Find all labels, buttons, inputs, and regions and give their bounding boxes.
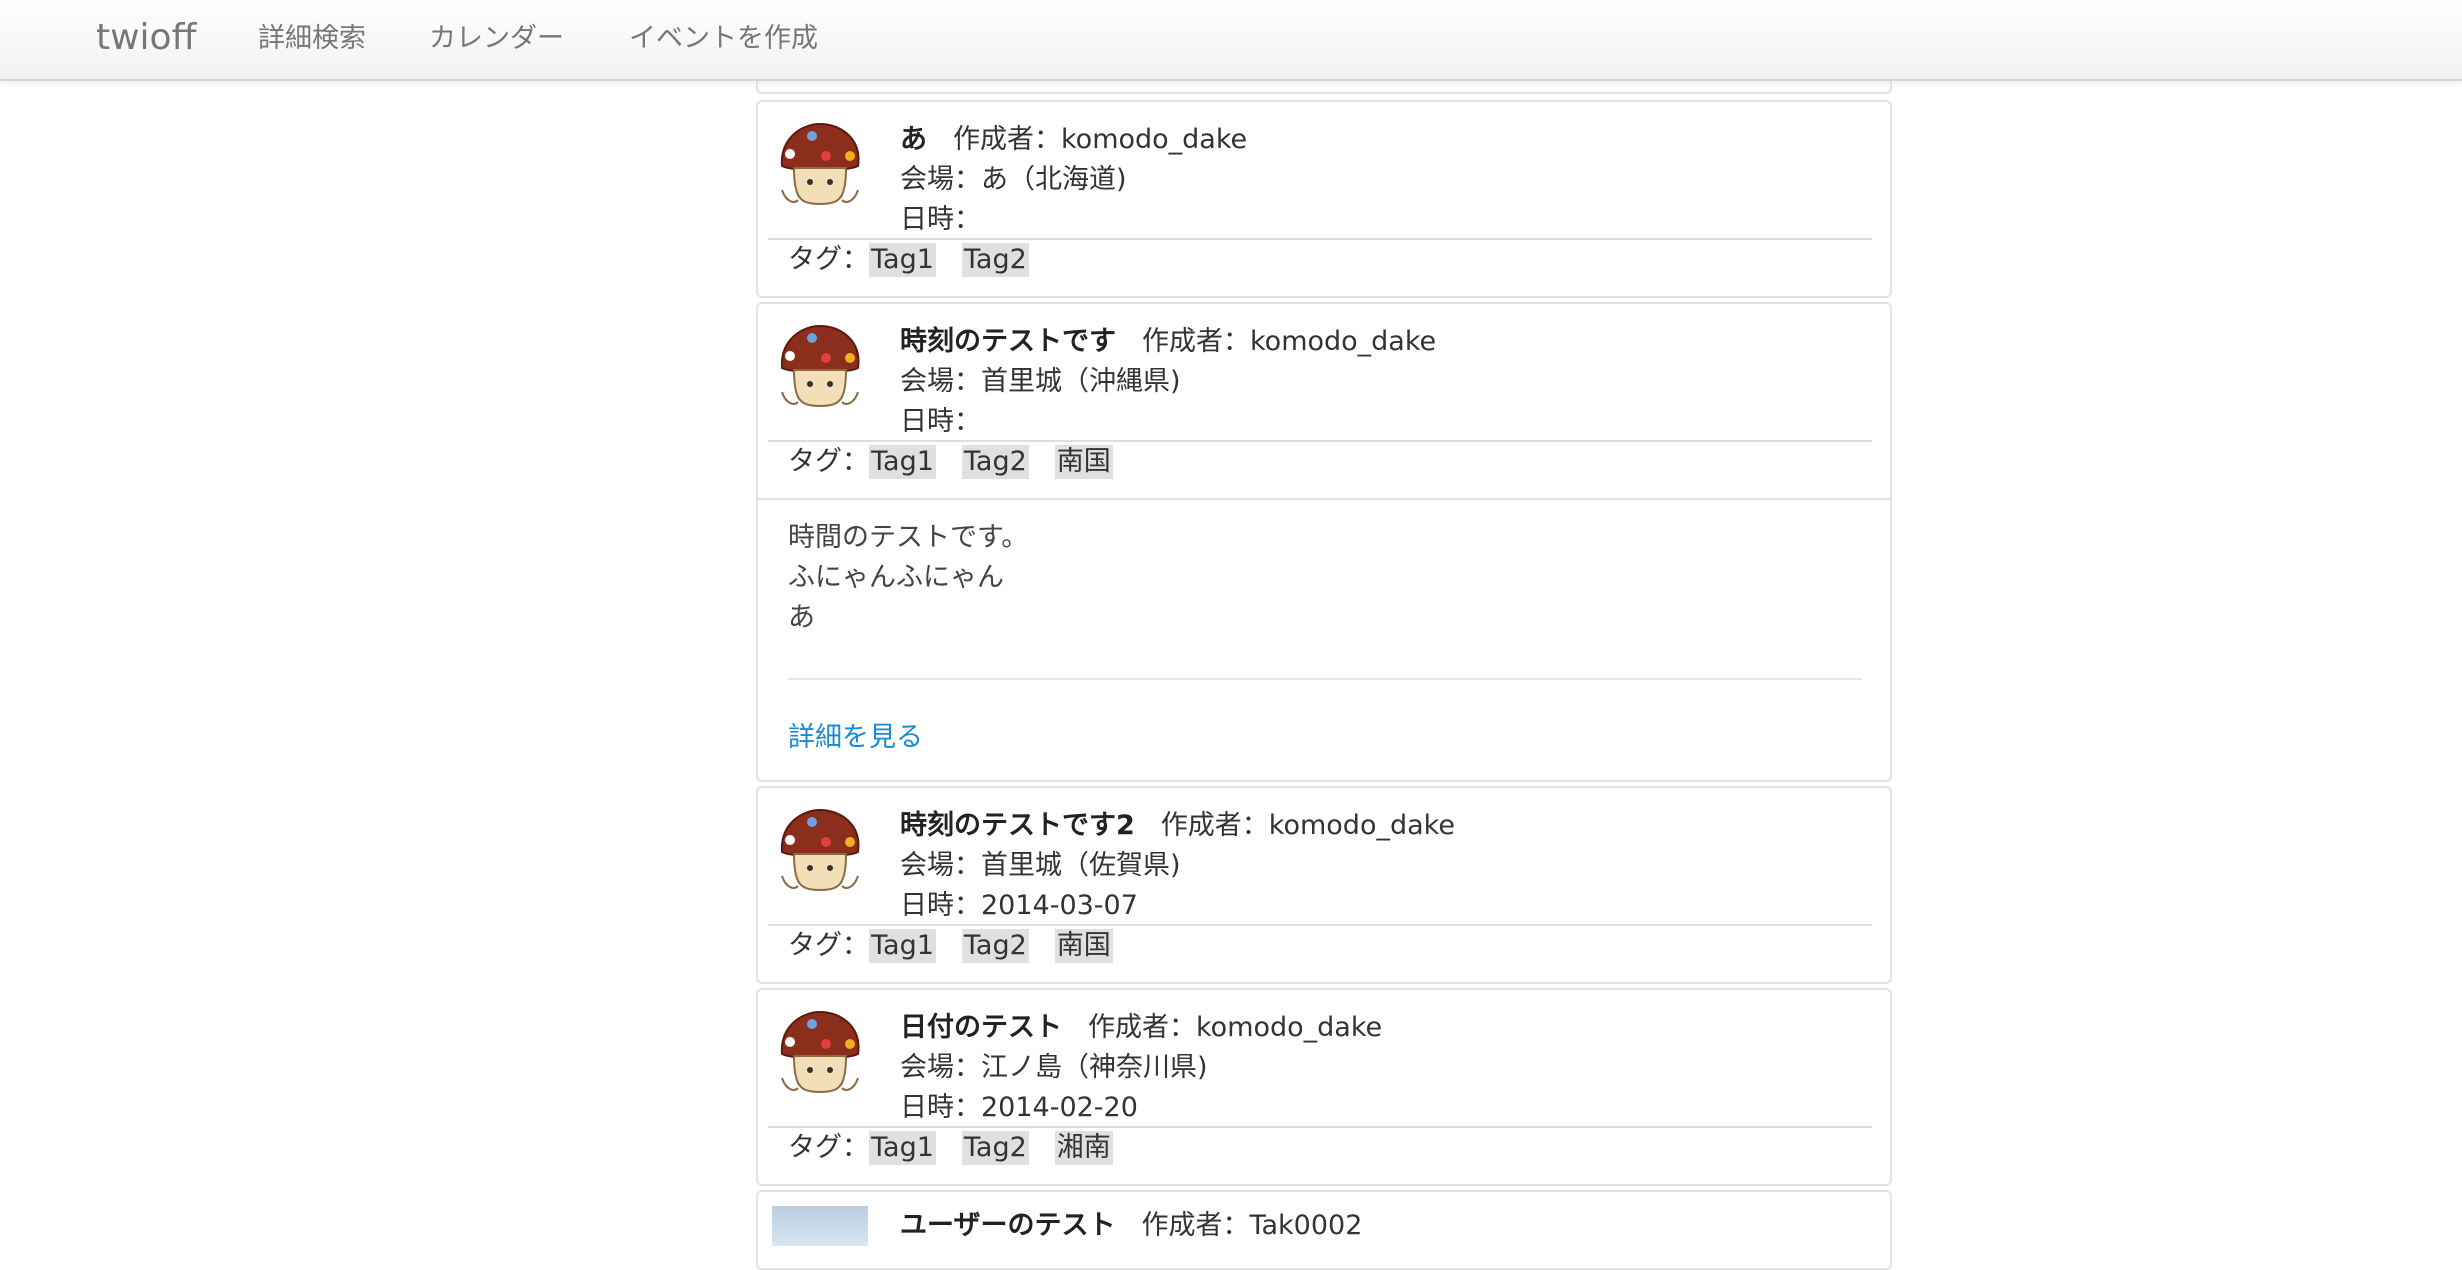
event-title[interactable]: 日付のテスト — [900, 1012, 1062, 1043]
event-author: komodo_dake — [1196, 1012, 1383, 1043]
event-date-line: 日時： — [900, 200, 981, 240]
event-title-line: ユーザーのテスト 作成者：Tak0002 — [900, 1206, 1362, 1246]
event-date: 2014-03-07 — [981, 890, 1138, 921]
author-label: 作成者： — [1088, 1012, 1196, 1043]
tag-badge[interactable]: 湘南 — [1054, 1131, 1113, 1165]
tag-badge[interactable]: Tag2 — [961, 929, 1029, 963]
nav-calendar[interactable]: カレンダー — [429, 20, 564, 58]
event-venue-line: 会場：首里城（沖縄県) — [900, 362, 1181, 402]
event-title[interactable]: 時刻のテストです — [900, 326, 1116, 357]
mushroom-avatar-icon[interactable] — [776, 120, 864, 212]
description-line: 時間のテストです。 — [788, 522, 1029, 553]
event-description: 時間のテストです。 ふにゃんふにゃん あ — [788, 518, 1028, 638]
event-tags: タグ：Tag1 Tag2 南国 — [788, 442, 1139, 482]
date-label: 日時： — [900, 204, 981, 235]
event-card-expanded: 時刻のテストです 作成者：komodo_dake 会場：首里城（沖縄県) 日時： … — [756, 302, 1892, 782]
tag-badge[interactable]: Tag1 — [869, 445, 936, 479]
tag-badge[interactable]: 南国 — [1054, 929, 1113, 963]
event-venue: 首里城（佐賀県) — [981, 850, 1181, 881]
tag-badge[interactable]: Tag2 — [961, 445, 1029, 479]
tag-badge[interactable]: Tag2 — [961, 243, 1029, 277]
venue-label: 会場： — [900, 366, 981, 397]
divider — [788, 678, 1862, 680]
tag-label: タグ： — [788, 244, 869, 275]
brand-link[interactable]: twioff — [96, 16, 196, 60]
event-date-line: 日時：2014-02-20 — [900, 1088, 1138, 1128]
event-author: komodo_dake — [1061, 124, 1248, 155]
description-line: ふにゃんふにゃん — [788, 562, 1004, 593]
event-tags: タグ：Tag1 Tag2 — [788, 240, 1055, 280]
event-author: komodo_dake — [1268, 810, 1455, 841]
event-title-line: あ作成者：komodo_dake — [900, 120, 1247, 160]
event-title[interactable]: あ — [900, 124, 927, 155]
tag-badge[interactable]: Tag1 — [869, 929, 936, 963]
tag-label: タグ： — [788, 1132, 869, 1163]
tag-label: タグ： — [788, 446, 869, 477]
top-navbar: twioff 詳細検索 カレンダー イベントを作成 — [0, 0, 2462, 81]
event-venue: 江ノ島（神奈川県) — [981, 1052, 1208, 1083]
event-card: 日付のテスト 作成者：komodo_dake 会場：江ノ島（神奈川県) 日時：20… — [756, 988, 1892, 1186]
description-line: あ — [788, 602, 815, 633]
mushroom-avatar-icon[interactable] — [776, 1008, 864, 1100]
event-title-line: 時刻のテストです 作成者：komodo_dake — [900, 322, 1436, 362]
author-label: 作成者： — [1142, 326, 1250, 357]
venue-label: 会場： — [900, 1052, 981, 1083]
tag-badge[interactable]: Tag1 — [869, 1131, 936, 1165]
event-title[interactable]: 時刻のテストです2 — [900, 810, 1135, 841]
event-title-line: 日付のテスト 作成者：komodo_dake — [900, 1008, 1382, 1048]
card-section-divider — [758, 498, 1890, 500]
event-title-line: 時刻のテストです2 作成者：komodo_dake — [900, 806, 1455, 846]
tag-label: タグ： — [788, 930, 869, 961]
venue-label: 会場： — [900, 164, 981, 195]
venue-label: 会場： — [900, 850, 981, 881]
nav-advanced-search[interactable]: 詳細検索 — [258, 20, 366, 58]
nav-create-event[interactable]: イベントを作成 — [629, 20, 818, 58]
date-label: 日時： — [900, 1092, 981, 1123]
event-venue-line: 会場：首里城（佐賀県) — [900, 846, 1181, 886]
event-date-line: 日時： — [900, 402, 981, 442]
event-tags: タグ：Tag1 Tag2 湘南 — [788, 1128, 1139, 1168]
event-date-line: 日時：2014-03-07 — [900, 886, 1138, 926]
event-venue-line: 会場：江ノ島（神奈川県) — [900, 1048, 1208, 1088]
view-details-link[interactable]: 詳細を見る — [788, 718, 923, 758]
event-card: ユーザーのテスト 作成者：Tak0002 — [756, 1190, 1892, 1270]
author-label: 作成者： — [953, 124, 1061, 155]
tag-badge[interactable]: Tag1 — [869, 243, 936, 277]
date-label: 日時： — [900, 890, 981, 921]
event-venue: 首里城（沖縄県) — [981, 366, 1181, 397]
event-venue-line: 会場：あ（北海道) — [900, 160, 1127, 200]
author-label: 作成者： — [1160, 810, 1269, 841]
event-card: あ作成者：komodo_dake 会場：あ（北海道) 日時： タグ：Tag1 Ta… — [756, 100, 1892, 298]
event-author: komodo_dake — [1250, 326, 1437, 357]
tag-badge[interactable]: 南国 — [1054, 445, 1113, 479]
event-venue: あ（北海道) — [981, 164, 1127, 195]
mushroom-avatar-icon[interactable] — [776, 322, 864, 414]
user-avatar-image[interactable] — [772, 1206, 868, 1246]
event-card: 時刻のテストです2 作成者：komodo_dake 会場：首里城（佐賀県) 日時：… — [756, 786, 1892, 984]
date-label: 日時： — [900, 406, 981, 437]
event-date: 2014-02-20 — [981, 1092, 1138, 1123]
tag-badge[interactable]: Tag2 — [961, 1131, 1029, 1165]
event-tags: タグ：Tag1 Tag2 南国 — [788, 926, 1139, 966]
mushroom-avatar-icon[interactable] — [776, 806, 864, 898]
